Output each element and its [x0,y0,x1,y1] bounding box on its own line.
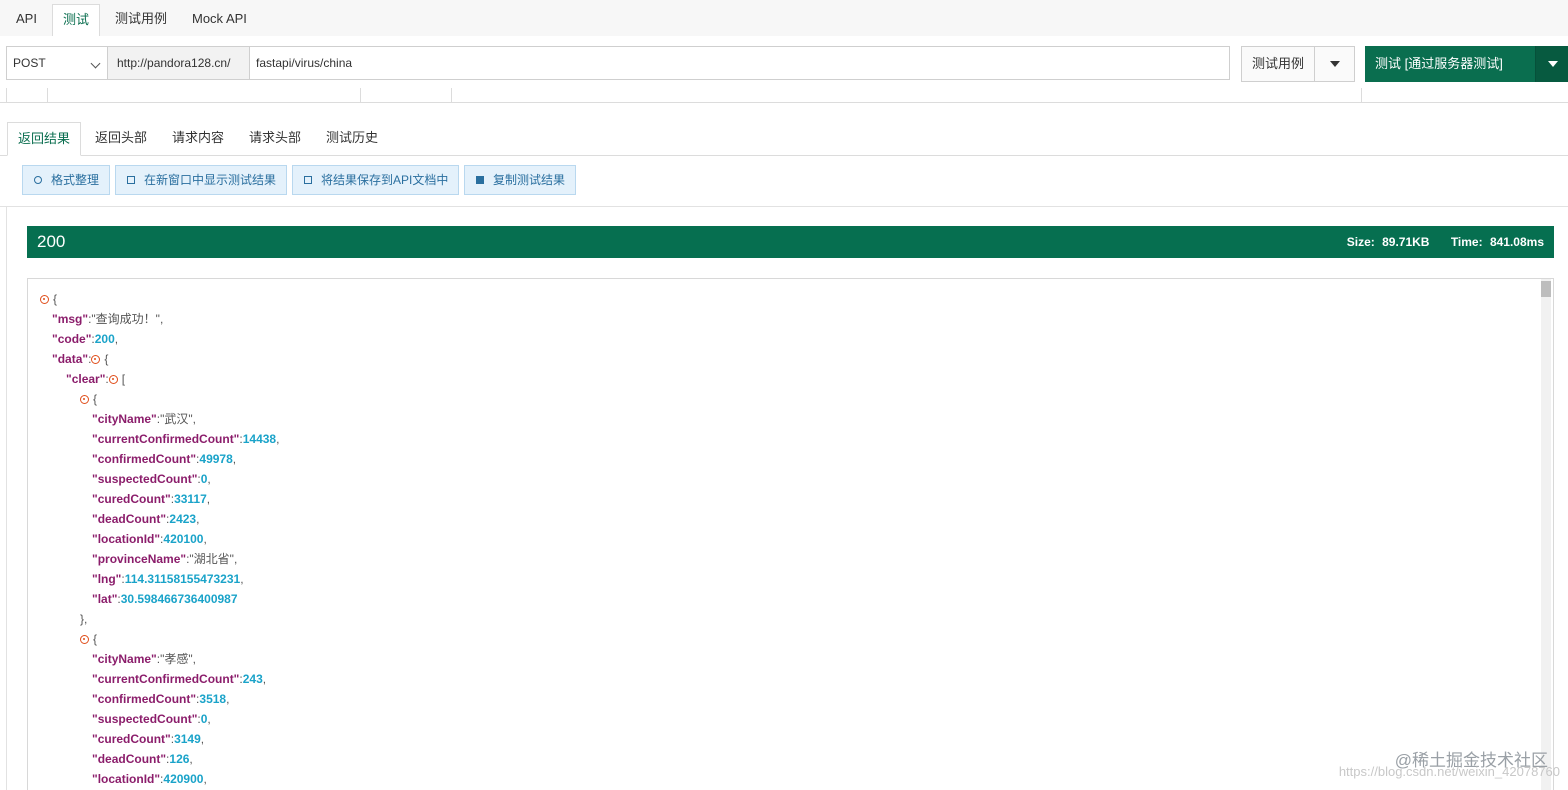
wrench-icon [34,176,42,184]
divider [6,206,7,790]
open-new-window-button[interactable]: 在新窗口中显示测试结果 [115,165,287,195]
format-button[interactable]: 格式整理 [22,165,110,195]
divider [6,88,7,102]
param-strip [0,88,1568,103]
open-new-window-label: 在新窗口中显示测试结果 [144,173,277,187]
json-line: "deadCount":2423, [92,512,200,526]
scrollbar-thumb[interactable] [1541,281,1551,297]
copy-result-button[interactable]: 复制测试结果 [464,165,576,195]
tab-mock-api[interactable]: Mock API [182,4,257,36]
tab-request-headers[interactable]: 请求头部 [239,122,311,155]
json-line: { [28,629,279,649]
copy-result-label: 复制测试结果 [493,173,566,187]
tab-api[interactable]: API [6,4,47,36]
json-line: { [28,389,279,409]
test-case-dropdown[interactable] [1314,46,1355,82]
json-line: "deadCount":126, [92,752,193,766]
tab-response-body[interactable]: 返回结果 [7,122,82,156]
size-value: 89.71KB [1382,235,1430,249]
tab-test[interactable]: 测试 [52,4,101,37]
time-value: 841.08ms [1489,235,1544,249]
watermark-url: https://blog.csdn.net/weixin_42078760 [1338,764,1560,779]
json-line: "confirmedCount":3518, [92,692,230,706]
base-url-label: http://pandora128.cn/ [108,46,250,80]
external-save-icon [304,176,312,184]
save-to-doc-button[interactable]: 将结果保存到API文档中 [292,165,459,195]
status-bar: 200 Size: 89.71KB Time: 841.08ms [27,226,1554,258]
json-line: "suspectedCount":0, [92,712,211,726]
json-line: "currentConfirmedCount":14438, [92,432,280,446]
collapse-toggle-icon[interactable] [80,635,89,644]
path-input[interactable] [250,46,1230,80]
test-case-button[interactable]: 测试用例 [1241,46,1315,82]
json-lines: { "msg":"查询成功！", "code":200, "data":{ "c… [28,289,279,789]
tab-request-body[interactable]: 请求内容 [162,122,234,155]
collapse-toggle-icon[interactable] [40,295,49,304]
method-select[interactable]: POST [6,46,108,80]
json-line: "suspectedCount":0, [92,472,211,486]
json-line: { [28,289,279,309]
json-line: "confirmedCount":49978, [92,452,237,466]
status-meta: Size: 89.71KB Time: 841.08ms [1329,226,1544,258]
copy-icon [476,176,484,184]
json-line: "cityName":"武汉", [92,412,196,426]
json-line: "cityName":"孝感", [92,652,196,666]
format-button-label: 格式整理 [51,173,100,187]
divider [47,88,48,102]
size-label: Size: [1346,235,1375,249]
json-line: "lat":30.598466736400987 [92,592,238,606]
tab-test-cases[interactable]: 测试用例 [105,4,177,36]
collapse-toggle-icon[interactable] [80,395,89,404]
collapse-toggle-icon[interactable] [91,355,101,364]
json-line: "code":200, [52,332,119,346]
json-viewer[interactable]: { "msg":"查询成功！", "code":200, "data":{ "c… [27,278,1554,790]
divider [451,88,452,102]
json-line: "locationId":420900, [92,772,207,786]
caret-down-icon [1547,61,1558,67]
time-label: Time: [1450,235,1483,249]
json-line: "msg":"查询成功！", [52,312,164,326]
status-code: 200 [37,232,66,251]
save-to-doc-label: 将结果保存到API文档中 [321,173,449,187]
collapse-toggle-icon[interactable] [108,375,118,384]
tab-test-history[interactable]: 测试历史 [316,122,388,155]
caret-down-icon [1329,61,1340,67]
json-line: }, [80,612,88,626]
divider [1361,88,1362,102]
tab-response-headers[interactable]: 返回头部 [85,122,157,155]
json-line: "data":{ [52,352,109,366]
divider [360,88,361,102]
json-scrollbar[interactable] [1541,279,1551,790]
json-line: "curedCount":33117, [92,492,211,506]
run-test-dropdown[interactable] [1535,46,1568,82]
external-window-icon [127,176,135,184]
json-line: "currentConfirmedCount":243, [92,672,267,686]
json-line: "clear":[ [66,372,126,386]
json-line: "curedCount":3149, [92,732,205,746]
result-actions: 格式整理 在新窗口中显示测试结果 将结果保存到API文档中 复制测试结果 [0,156,1568,207]
json-line: "lng":114.31158155473231, [92,572,244,586]
json-line: "provinceName":"湖北省", [92,552,238,566]
run-test-button[interactable]: 测试 [通过服务器测试] [1365,46,1535,82]
result-tab-bar: 返回结果 返回头部 请求内容 请求头部 测试历史 [0,122,1568,156]
chevron-down-icon [90,58,101,69]
method-value: POST [13,56,46,70]
request-bar: POST http://pandora128.cn/ 测试用例 测试 [通过服务… [0,36,1568,92]
top-tab-bar: API 测试 测试用例 Mock API [0,0,1568,37]
json-line: "locationId":420100, [92,532,207,546]
